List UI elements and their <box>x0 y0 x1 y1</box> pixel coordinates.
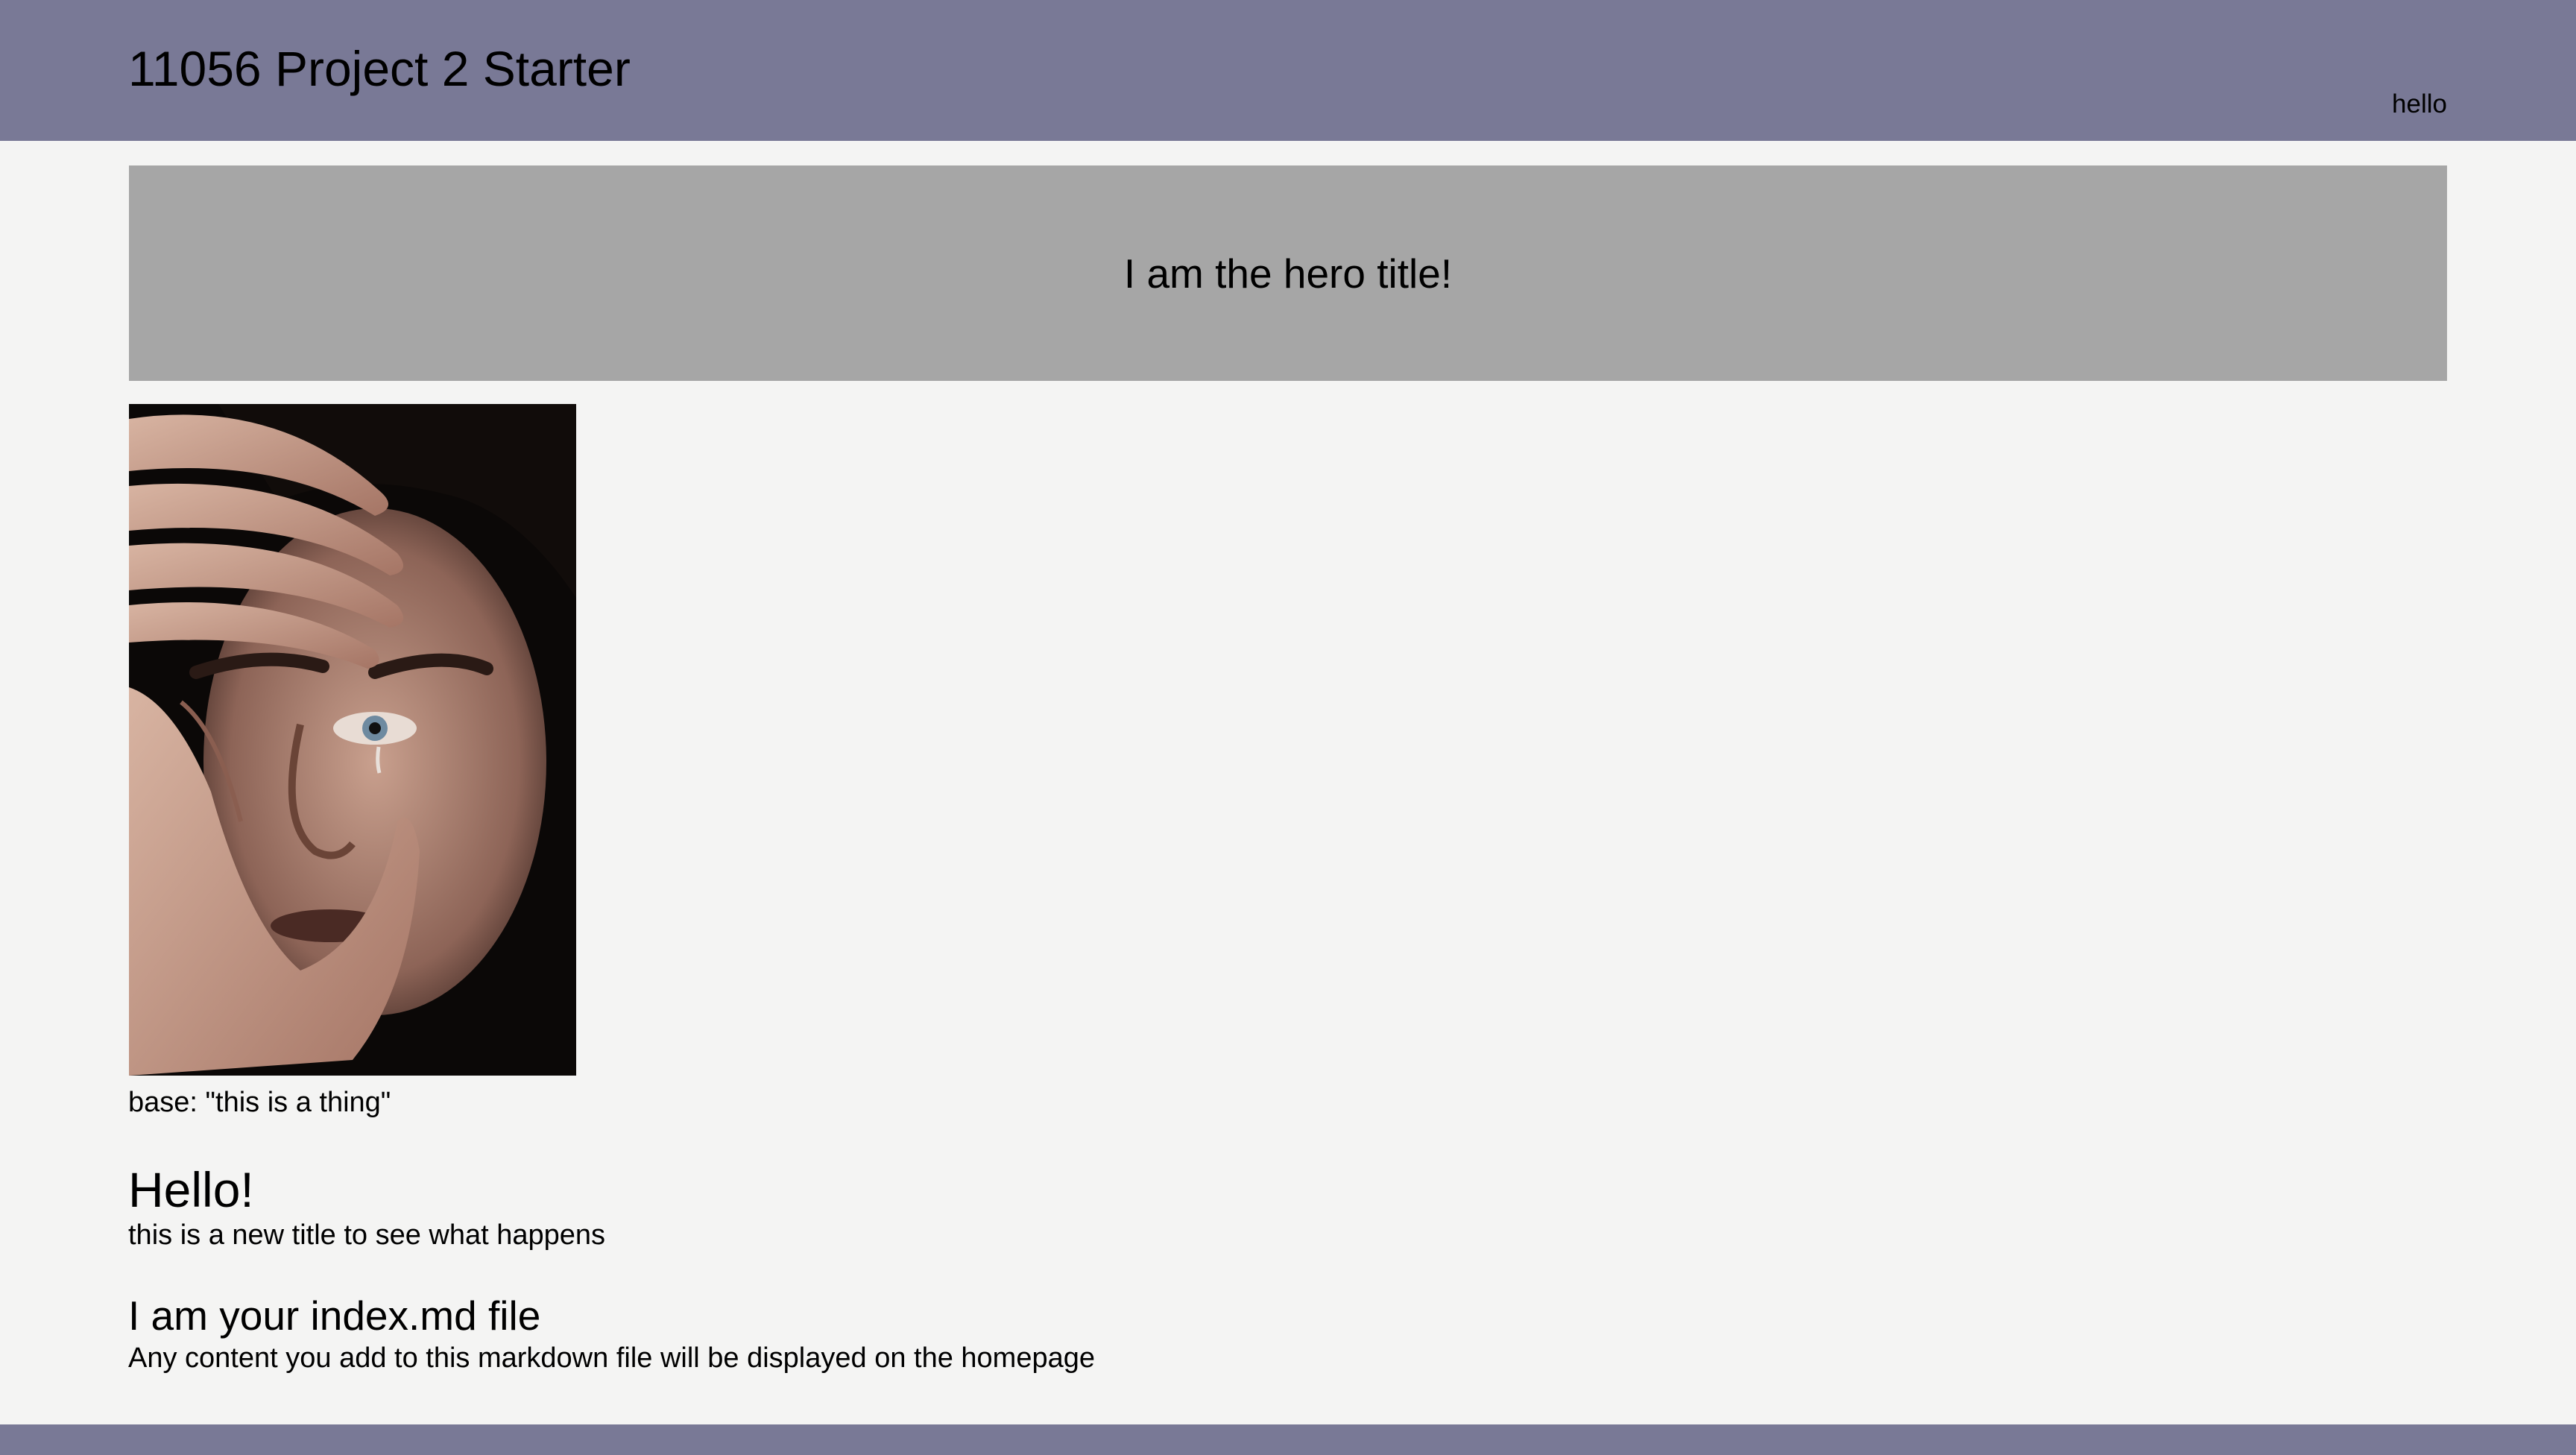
nav-link-hello[interactable]: hello <box>2392 88 2447 121</box>
site-footer <box>0 1424 2576 1455</box>
hero-title: I am the hero title! <box>1123 250 1453 297</box>
image-caption: base: "this is a thing" <box>128 1087 391 1118</box>
index-heading: I am your index.md file <box>128 1293 541 1339</box>
portrait-photo <box>129 404 576 1076</box>
index-text: Any content you add to this markdown fil… <box>128 1342 1096 1374</box>
site-header: 11056 Project 2 Starter hello <box>0 0 2576 141</box>
hello-heading: Hello! <box>128 1162 254 1217</box>
site-title[interactable]: 11056 Project 2 Starter <box>128 39 631 98</box>
hello-text: this is a new title to see what happens <box>128 1219 606 1251</box>
hero-banner: I am the hero title! <box>129 165 2447 381</box>
